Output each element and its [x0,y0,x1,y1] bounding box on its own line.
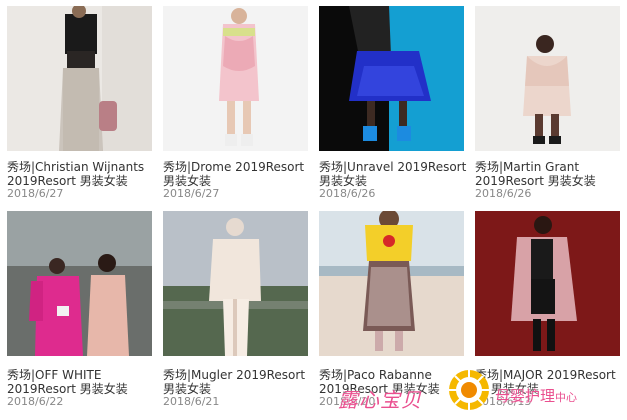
watermark-right-small: 中心 [555,391,578,404]
article-title[interactable]: 秀场|Christian Wijnants 2019Resort 男装女装 [7,160,155,188]
thumbnail-image[interactable] [163,6,308,151]
watermark-left-text: 露心宝贝 [338,388,422,412]
article-card[interactable]: 秀场|Drome 2019Resort 男装女装 2018/6/27 [163,6,311,206]
article-card[interactable]: 秀场|Unravel 2019Resort 男装女装 2018/6/26 [319,6,467,206]
article-date: 2018/6/22 [7,395,64,408]
article-date: 2018/6/27 [7,187,64,200]
thumbnail-image[interactable] [163,211,308,356]
article-card[interactable]: 秀场|Mugler 2019Resort 男装女装 2018/6/21 [163,211,311,411]
article-date: 2018/6/21 [163,395,220,408]
thumbnail-image[interactable] [319,211,464,356]
article-title[interactable]: 秀场|Drome 2019Resort 男装女装 [163,160,311,188]
thumbnail-image[interactable] [7,6,152,151]
watermark-right-text: 母婴护理中心 [495,385,577,406]
article-title[interactable]: 秀场|OFF WHITE 2019Resort 男装女装 [7,368,155,396]
article-grid: 秀场|Christian Wijnants 2019Resort 男装女装 20… [0,0,627,420]
article-title[interactable]: 秀场|Martin Grant 2019Resort 男装女装 [475,160,623,188]
sunburst-logo-icon [447,368,491,412]
thumbnail-image[interactable] [475,211,620,356]
thumbnail-image[interactable] [475,6,620,151]
thumbnail-image[interactable] [319,6,464,151]
thumbnail-image[interactable] [7,211,152,356]
article-date: 2018/6/27 [163,187,220,200]
article-card[interactable]: 秀场|Martin Grant 2019Resort 男装女装 2018/6/2… [475,6,623,206]
article-date: 2018/6/26 [319,187,376,200]
article-title[interactable]: 秀场|Unravel 2019Resort 男装女装 [319,160,467,188]
watermark: 露心宝贝 母婴护理中心 [330,358,627,420]
article-date: 2018/6/26 [475,187,532,200]
article-card[interactable]: 秀场|Christian Wijnants 2019Resort 男装女装 20… [7,6,155,206]
article-card[interactable]: 秀场|OFF WHITE 2019Resort 男装女装 2018/6/22 [7,211,155,411]
article-title[interactable]: 秀场|Mugler 2019Resort 男装女装 [163,368,311,396]
watermark-right-main: 母婴护理 [495,387,556,405]
